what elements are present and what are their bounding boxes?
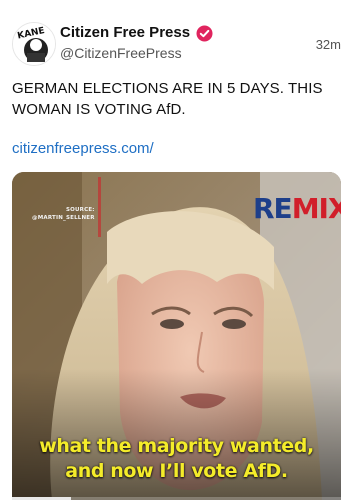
post-text-line: GERMAN ELECTIONS ARE IN 5 DAYS. THIS (12, 80, 323, 97)
post-link[interactable]: citizenfreepress.com/ (12, 140, 154, 157)
caption-line: what the majority wanted, (39, 435, 314, 457)
post-text: GERMAN ELECTIONS ARE IN 5 DAYS. THIS WOM… (12, 78, 342, 120)
caption-line: and now I’ll vote AfD. (65, 460, 288, 482)
remix-logo: REMIX (253, 192, 341, 226)
author-name[interactable]: Citizen Free Press (60, 24, 190, 41)
source-handle: @MARTIN_SELLNER (32, 215, 95, 221)
logo-re: RE (253, 192, 293, 225)
author-handle[interactable]: @CitizenFreePress (60, 45, 182, 61)
post-text-line: WOMAN IS VOTING AfD. (12, 101, 186, 118)
source-label: SOURCE: (65, 207, 95, 213)
avatar[interactable]: KANE (12, 22, 56, 66)
avatar-image: KANE (13, 23, 55, 65)
source-credit: SOURCE: @MARTIN_SELLNER (32, 206, 95, 222)
verified-badge-icon (196, 25, 213, 42)
video-caption: what the majority wanted, and now I’ll v… (12, 434, 341, 484)
post-card[interactable]: KANE Citizen Free Press @CitizenFreePres… (0, 0, 355, 500)
video-player[interactable]: SOURCE: @MARTIN_SELLNER REMIX what the m… (12, 172, 341, 500)
post-header: KANE Citizen Free Press @CitizenFreePres… (0, 0, 355, 72)
timestamp[interactable]: 32m (316, 37, 341, 52)
logo-mix: MIX (291, 192, 341, 225)
